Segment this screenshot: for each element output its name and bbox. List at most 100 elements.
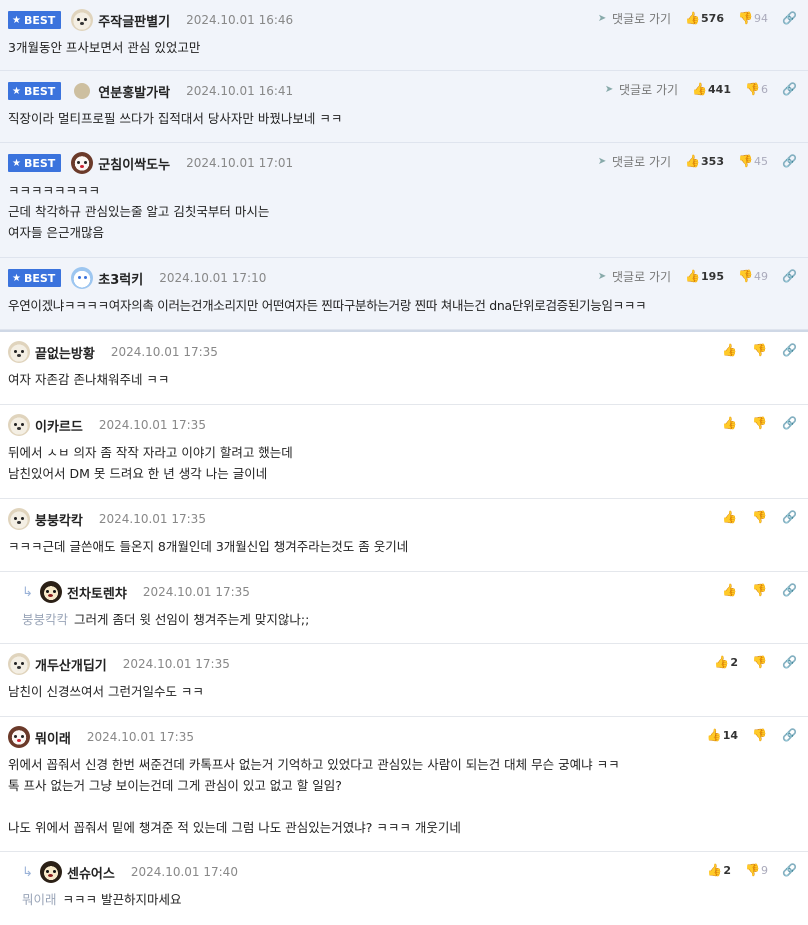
downvote-button[interactable]: 👎 9: [745, 863, 768, 877]
upvote-button[interactable]: 👍 195: [685, 269, 724, 283]
link-button[interactable]: 🔗: [782, 82, 798, 96]
comment-author[interactable]: 붕붕칵칵: [35, 510, 83, 529]
best-comment: ★ BEST 주작글판별기 2024.10.01 16:46 3개월동안 프사보면…: [0, 0, 808, 71]
downvote-button[interactable]: 👎: [752, 343, 768, 357]
comment-author[interactable]: 연분홍발가락: [98, 82, 170, 101]
upvote-button[interactable]: 👍: [722, 416, 738, 430]
avatar[interactable]: [8, 414, 30, 436]
link-button[interactable]: 🔗: [782, 11, 798, 25]
link-button[interactable]: 🔗: [782, 510, 798, 524]
downvote-button[interactable]: 👎 94: [738, 11, 768, 25]
downvote-button[interactable]: 👎 49: [738, 269, 768, 283]
best-badge: ★ BEST: [8, 269, 62, 287]
goto-reply-link[interactable]: ➤ 댓글로 가기: [596, 268, 671, 285]
link-icon: 🔗: [782, 510, 797, 524]
goto-reply-link[interactable]: ➤ 댓글로 가기: [603, 81, 678, 98]
best-comment: ★ BEST 초3럭키 2024.10.01 17:10 우연이겠냐ㅋㅋㅋㅋ여자의…: [0, 258, 808, 330]
link-button[interactable]: 🔗: [782, 343, 798, 357]
link-icon: 🔗: [782, 863, 797, 877]
thumbs-down-icon: 👎: [738, 11, 753, 25]
mention[interactable]: 뭐이래: [22, 892, 57, 907]
link-button[interactable]: 🔗: [782, 583, 798, 597]
star-icon: ★: [12, 14, 21, 26]
comment-text: 남친이 신경쓰여서 그런거일수도 ㅋㅋ: [8, 684, 204, 699]
link-icon: 🔗: [782, 655, 797, 669]
downvote-button[interactable]: 👎: [752, 583, 768, 597]
goto-reply-link[interactable]: ➤ 댓글로 가기: [596, 153, 671, 170]
comment: 붕붕칵칵 2024.10.01 17:35 ㅋㅋㅋ근데 글쓴애도 들온지 8개월…: [0, 499, 808, 572]
avatar[interactable]: [74, 83, 91, 99]
star-icon: ★: [12, 157, 21, 169]
comment-text: 위에서 꼽줘서 신경 한번 써준건데 카톡프사 없는거 기억하고 있었다고 관심…: [8, 757, 620, 835]
comment-author[interactable]: 전차토렌챠: [67, 583, 127, 602]
thumbs-up-icon: 👍: [685, 11, 700, 25]
downvote-button[interactable]: 👎 6: [745, 82, 768, 96]
comment-author[interactable]: 뭐이래: [35, 728, 71, 747]
comment-author[interactable]: 주작글판별기: [98, 11, 170, 30]
best-badge: ★ BEST: [8, 11, 62, 29]
downvote-button[interactable]: 👎: [752, 510, 768, 524]
send-arrow-icon: ➤: [597, 270, 607, 282]
upvote-button[interactable]: 👍 14: [707, 728, 738, 742]
link-icon: 🔗: [782, 269, 797, 283]
thumbs-up-icon: 👍: [685, 154, 700, 168]
comment-list: ★ BEST 주작글판별기 2024.10.01 16:46 3개월동안 프사보면…: [0, 0, 808, 925]
upvote-button[interactable]: 👍 441: [692, 82, 731, 96]
send-arrow-icon: ➤: [597, 155, 607, 167]
goto-reply-link[interactable]: ➤ 댓글로 가기: [596, 10, 671, 27]
avatar[interactable]: [40, 581, 62, 603]
upvote-button[interactable]: 👍 353: [685, 154, 724, 168]
thumbs-down-icon: 👎: [752, 510, 767, 524]
upvote-button[interactable]: 👍: [722, 510, 738, 524]
thumbs-up-icon: 👍: [722, 583, 737, 597]
link-icon: 🔗: [782, 416, 797, 430]
thumbs-down-icon: 👎: [752, 583, 767, 597]
comment-author[interactable]: 개두산개딥기: [35, 655, 107, 674]
downvote-button[interactable]: 👎 45: [738, 154, 768, 168]
comment-author[interactable]: 센슈어스: [67, 863, 115, 882]
upvote-button[interactable]: 👍: [722, 583, 738, 597]
link-button[interactable]: 🔗: [782, 154, 798, 168]
avatar[interactable]: [8, 726, 30, 748]
avatar[interactable]: [8, 508, 30, 530]
comment: 이카르드 2024.10.01 17:35 뒤에서 ㅅㅂ 의자 좀 작작 자라고…: [0, 405, 808, 499]
thumbs-down-icon: 👎: [745, 82, 760, 96]
thumbs-up-icon: 👍: [722, 416, 737, 430]
link-button[interactable]: 🔗: [782, 416, 798, 430]
downvote-button[interactable]: 👎: [752, 655, 768, 669]
link-button[interactable]: 🔗: [782, 269, 798, 283]
comment-text: ㅋㅋㅋㅋㅋㅋㅋㅋ 근데 착각하규 관심있는줄 알고 김칫국부터 마시는 여자들 …: [8, 183, 270, 240]
link-icon: 🔗: [782, 728, 797, 742]
avatar[interactable]: [40, 861, 62, 883]
comment-author[interactable]: 이카르드: [35, 416, 83, 435]
comment-author[interactable]: 군침이싹도누: [98, 154, 170, 173]
avatar[interactable]: [8, 653, 30, 675]
comment-author[interactable]: 초3럭키: [98, 269, 143, 288]
downvote-button[interactable]: 👎: [752, 728, 768, 742]
comment-text: 뒤에서 ㅅㅂ 의자 좀 작작 자라고 이야기 할려고 했는데 남친있어서 DM …: [8, 445, 293, 481]
thumbs-down-icon: 👎: [752, 728, 767, 742]
best-comment: ★ BEST 연분홍발가락 2024.10.01 16:41 직장이라 멀티프로필…: [0, 71, 808, 143]
thumbs-up-icon: 👍: [714, 655, 730, 669]
link-button[interactable]: 🔗: [782, 655, 798, 669]
thumbs-down-icon: 👎: [745, 863, 760, 877]
thumbs-up-icon: 👍: [722, 510, 737, 524]
avatar[interactable]: [71, 267, 94, 289]
upvote-button[interactable]: 👍 2: [707, 863, 731, 877]
upvote-button[interactable]: 👍 576: [685, 11, 724, 25]
mention[interactable]: 붕붕칵칵: [22, 612, 68, 627]
avatar[interactable]: [8, 341, 30, 363]
comment-date: 2024.10.01 17:40: [130, 865, 238, 879]
star-icon: ★: [12, 272, 21, 284]
downvote-button[interactable]: 👎: [752, 416, 768, 430]
upvote-button[interactable]: 👍: [722, 343, 738, 357]
link-button[interactable]: 🔗: [782, 863, 798, 877]
thumbs-up-icon: 👍: [685, 269, 700, 283]
star-icon: ★: [12, 85, 21, 97]
comment-author[interactable]: 끝없는방황: [35, 343, 95, 362]
comment-text: 직장이라 멀티프로필 쓰다가 집적대서 당사자만 바꿨나보네 ㅋㅋ: [8, 111, 343, 126]
link-button[interactable]: 🔗: [782, 728, 798, 742]
avatar[interactable]: [71, 9, 94, 31]
upvote-button[interactable]: 👍 2: [714, 655, 738, 669]
avatar[interactable]: [71, 152, 94, 174]
